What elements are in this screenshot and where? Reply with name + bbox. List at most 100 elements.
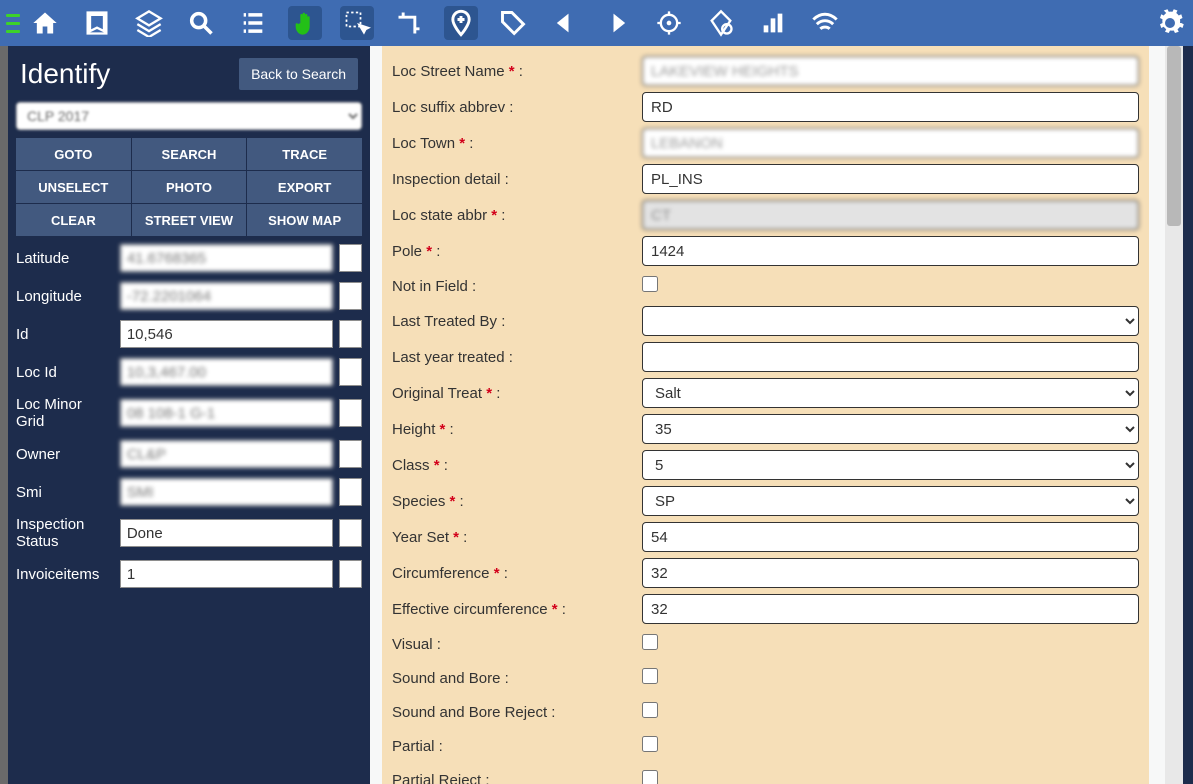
field-toggle[interactable] <box>339 519 362 547</box>
height-select[interactable]: 35 <box>642 414 1139 444</box>
inspection-detail-input[interactable] <box>642 164 1139 194</box>
not-in-field-label: Not in Field : <box>392 278 632 295</box>
loc-town-label: Loc Town * : <box>392 135 632 152</box>
not-in-field-checkbox[interactable] <box>642 276 658 292</box>
left-edge-strip <box>0 46 8 784</box>
circumference-label: Circumference * : <box>392 565 632 582</box>
top-toolbar <box>0 0 1193 46</box>
year-set-label: Year Set * : <box>392 529 632 546</box>
field-toggle[interactable] <box>339 320 362 348</box>
pole-input[interactable] <box>642 236 1139 266</box>
longitude-input[interactable] <box>120 282 333 310</box>
loc-street-name-input[interactable] <box>642 56 1139 86</box>
gear-icon[interactable] <box>1153 6 1187 40</box>
last-treated-by-select[interactable] <box>642 306 1139 336</box>
invoice-input[interactable] <box>120 560 333 588</box>
partial-reject-checkbox[interactable] <box>642 770 658 784</box>
visual-label: Visual : <box>392 636 632 653</box>
scrollbar-thumb[interactable] <box>1167 46 1181 226</box>
field-toggle[interactable] <box>339 440 362 468</box>
clear-button[interactable]: CLEAR <box>16 204 131 236</box>
tag-icon[interactable] <box>496 6 530 40</box>
arrow-left-icon[interactable] <box>548 6 582 40</box>
owner-input[interactable] <box>120 440 333 468</box>
field-toggle[interactable] <box>339 358 362 386</box>
partial-checkbox[interactable] <box>642 736 658 752</box>
original-treat-select[interactable]: Salt <box>642 378 1139 408</box>
sound-bore-reject-checkbox[interactable] <box>642 702 658 718</box>
rotate-crop-icon[interactable] <box>392 6 426 40</box>
species-select[interactable]: SP <box>642 486 1139 516</box>
home-icon[interactable] <box>28 6 62 40</box>
field-toggle[interactable] <box>339 560 362 588</box>
map-doc-icon[interactable] <box>80 6 114 40</box>
loc-suffix-input[interactable] <box>642 92 1139 122</box>
invoice-label: Invoiceitems <box>16 566 114 583</box>
locid-label: Loc Id <box>16 364 114 381</box>
circumference-input[interactable] <box>642 558 1139 588</box>
inspection-label: Inspection Status <box>16 516 114 550</box>
layers-icon[interactable] <box>132 6 166 40</box>
unselect-button[interactable]: UNSELECT <box>16 171 131 203</box>
eff-circ-input[interactable] <box>642 594 1139 624</box>
height-label: Height * : <box>392 421 632 438</box>
chart-icon[interactable] <box>756 6 790 40</box>
project-select[interactable]: CLP 2017 <box>16 102 362 130</box>
sound-bore-label: Sound and Bore : <box>392 670 632 687</box>
arrow-right-icon[interactable] <box>600 6 634 40</box>
locminor-label: Loc Minor Grid <box>16 396 114 430</box>
scrollbar[interactable] <box>1165 46 1183 784</box>
action-buttons: GOTO SEARCH TRACE UNSELECT PHOTO EXPORT … <box>8 138 370 244</box>
smi-input[interactable] <box>120 478 333 506</box>
showmap-button[interactable]: SHOW MAP <box>247 204 362 236</box>
photo-button[interactable]: PHOTO <box>132 171 247 203</box>
field-toggle[interactable] <box>339 282 362 310</box>
form-content: Loc Street Name * : Loc suffix abbrev : … <box>370 46 1193 784</box>
last-year-treated-input[interactable] <box>642 342 1139 372</box>
add-pin-icon[interactable] <box>444 6 478 40</box>
year-set-input[interactable] <box>642 522 1139 552</box>
search-button[interactable]: SEARCH <box>132 138 247 170</box>
export-button[interactable]: EXPORT <box>247 171 362 203</box>
field-toggle[interactable] <box>339 244 362 272</box>
field-toggle[interactable] <box>339 478 362 506</box>
form-scroll-area: Loc Street Name * : Loc suffix abbrev : … <box>382 46 1149 784</box>
streetview-button[interactable]: STREET VIEW <box>132 204 247 236</box>
hand-icon[interactable] <box>288 6 322 40</box>
search-icon[interactable] <box>184 6 218 40</box>
trace-button[interactable]: TRACE <box>247 138 362 170</box>
loc-state-label: Loc state abbr * : <box>392 207 632 224</box>
pointer-select-icon[interactable] <box>340 6 374 40</box>
field-toggle[interactable] <box>339 399 362 427</box>
class-label: Class * : <box>392 457 632 474</box>
class-select[interactable]: 5 <box>642 450 1139 480</box>
sound-bore-reject-label: Sound and Bore Reject : <box>392 704 632 721</box>
wifi-icon[interactable] <box>808 6 842 40</box>
id-input[interactable] <box>120 320 333 348</box>
list-icon[interactable] <box>236 6 270 40</box>
right-edge-strip <box>1183 46 1193 784</box>
inspection-detail-label: Inspection detail : <box>392 171 632 188</box>
locminor-input[interactable] <box>120 399 333 427</box>
latitude-label: Latitude <box>16 250 114 267</box>
locid-input[interactable] <box>120 358 333 386</box>
menu-icon[interactable] <box>6 8 20 38</box>
back-to-search-button[interactable]: Back to Search <box>239 58 358 90</box>
owner-label: Owner <box>16 446 114 463</box>
loc-town-input[interactable] <box>642 128 1139 158</box>
smi-label: Smi <box>16 484 114 501</box>
target-icon[interactable] <box>652 6 686 40</box>
original-treat-label: Original Treat * : <box>392 385 632 402</box>
loc-state-input <box>642 200 1139 230</box>
latitude-input[interactable] <box>120 244 333 272</box>
species-label: Species * : <box>392 493 632 510</box>
last-year-treated-label: Last year treated : <box>392 349 632 366</box>
pole-label: Pole * : <box>392 243 632 260</box>
diamond-gear-icon[interactable] <box>704 6 738 40</box>
inspection-input[interactable] <box>120 519 333 547</box>
visual-checkbox[interactable] <box>642 634 658 650</box>
partial-label: Partial : <box>392 738 632 755</box>
sound-bore-checkbox[interactable] <box>642 668 658 684</box>
goto-button[interactable]: GOTO <box>16 138 131 170</box>
identify-panel: Identify Back to Search CLP 2017 GOTO SE… <box>8 46 370 784</box>
